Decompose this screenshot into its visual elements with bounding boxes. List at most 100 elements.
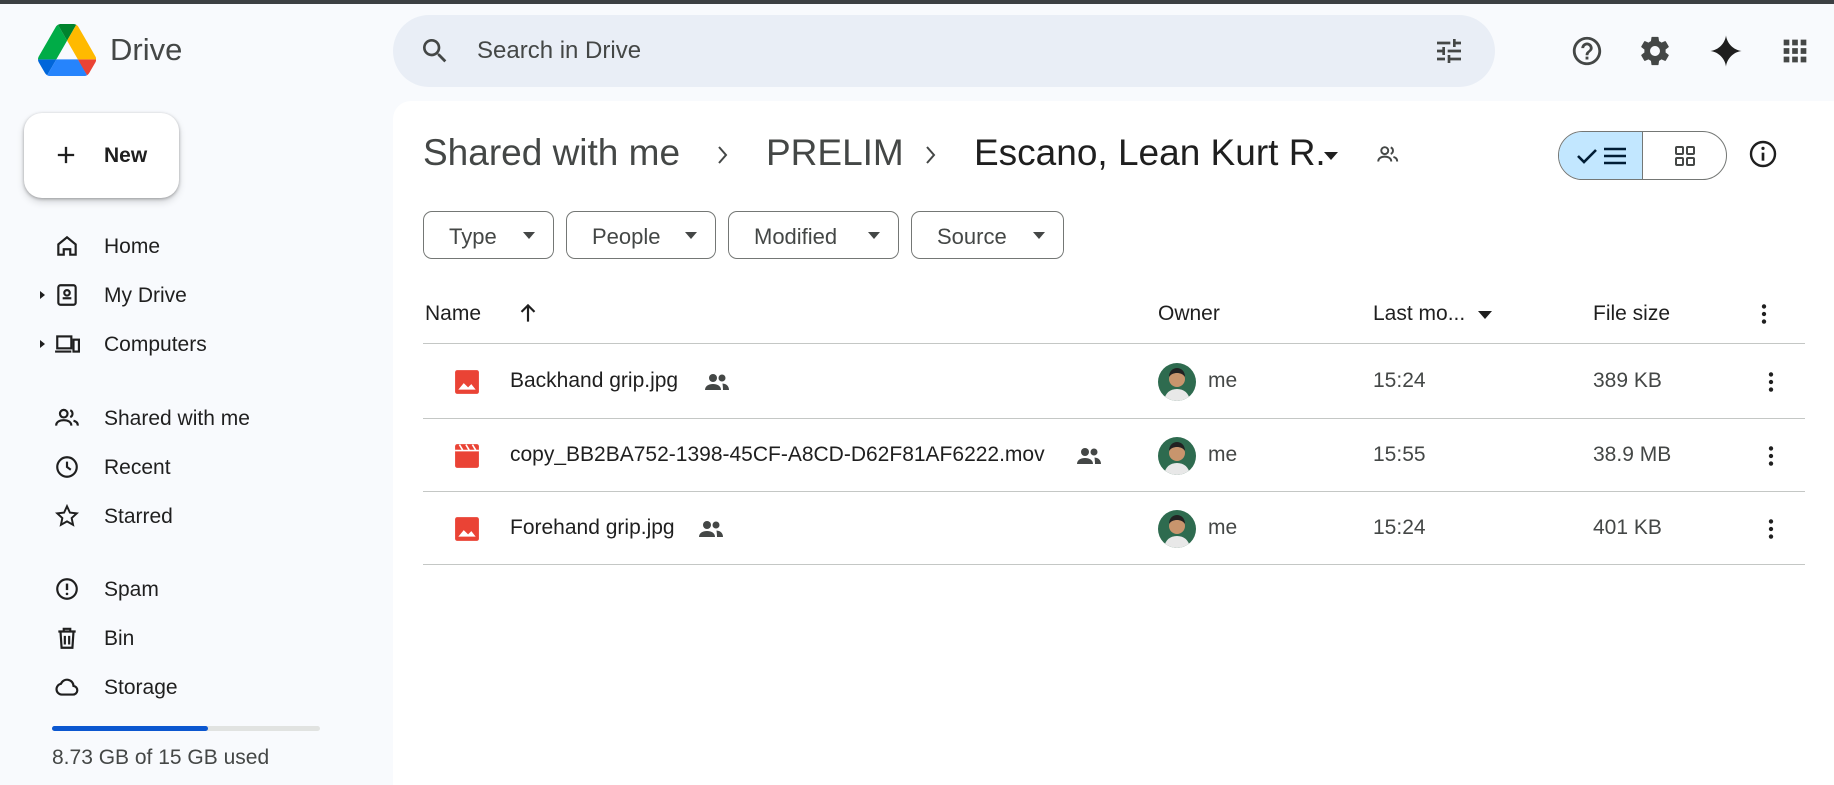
filter-chip-people[interactable]: People (566, 211, 716, 259)
settings-icon[interactable] (1638, 34, 1672, 68)
breadcrumb-item-current-folder[interactable]: Escano, Lean Kurt R. (974, 132, 1326, 174)
sidebar-item-spam[interactable]: Spam (0, 568, 380, 610)
table-row[interactable]: Backhand grip.jpg me 15:24 389 KB (423, 345, 1805, 418)
folder-menu-dropdown-icon[interactable] (1321, 146, 1341, 166)
storage-usage-text: 8.73 GB of 15 GB used (52, 746, 270, 769)
list-view-check-icon (1577, 147, 1626, 165)
trash-icon (58, 627, 76, 649)
filter-chip-modified[interactable]: Modified (728, 211, 899, 259)
more-actions-kebab-icon[interactable] (1758, 516, 1784, 542)
window-top-border (0, 0, 1834, 4)
expand-caret-icon[interactable] (38, 337, 48, 351)
dropdown-arrow-icon (523, 232, 535, 239)
cloud-icon (55, 678, 79, 696)
video-file-icon (455, 444, 479, 468)
shared-file-icon (699, 521, 723, 537)
last-modified: 15:55 (1373, 443, 1426, 466)
file-name[interactable]: Forehand grip.jpg (510, 516, 675, 540)
column-options-kebab-icon[interactable] (1751, 301, 1777, 327)
image-file-icon (455, 370, 479, 394)
app-name: Drive (110, 32, 183, 67)
table-row[interactable]: Forehand grip.jpg me 15:24 401 KB (423, 492, 1805, 565)
sidebar-item-label: Computers (104, 333, 207, 356)
column-header-owner[interactable]: Owner (1158, 302, 1220, 326)
more-actions-kebab-icon[interactable] (1758, 443, 1784, 469)
last-modified: 15:24 (1373, 369, 1426, 392)
chevron-right-icon (718, 146, 728, 164)
owner-name: me (1208, 443, 1238, 466)
owner-name: me (1208, 516, 1238, 539)
sidebar-item-starred[interactable]: Starred (0, 495, 380, 537)
owner-name: me (1208, 369, 1238, 392)
breadcrumb-item-shared-with-me[interactable]: Shared with me (423, 132, 680, 174)
search-icon[interactable] (419, 35, 451, 67)
sidebar-item-label: Home (104, 235, 161, 258)
search-bar[interactable] (393, 15, 1495, 87)
drive-logo-icon[interactable] (38, 24, 96, 76)
sort-dropdown-icon[interactable] (1477, 309, 1493, 321)
column-header-name[interactable]: Name (425, 302, 481, 326)
column-header-file-size[interactable]: File size (1593, 302, 1670, 326)
filter-chip-source[interactable]: Source (911, 211, 1064, 259)
file-name[interactable]: copy_BB2BA752-1398-45CF-A8CD-D62F81AF622… (510, 443, 1045, 467)
grid-view-icon (1675, 146, 1695, 166)
last-modified: 15:24 (1373, 516, 1426, 539)
new-button-label: New (104, 144, 148, 167)
sidebar-item-recent[interactable]: Recent (0, 446, 380, 488)
shared-people-icon (55, 408, 79, 426)
dropdown-arrow-icon (1033, 232, 1045, 239)
sidebar-item-label: Starred (104, 505, 173, 528)
filter-chip-label: People (592, 224, 661, 249)
help-icon[interactable] (1570, 34, 1604, 68)
view-toggle (1558, 131, 1727, 180)
home-icon (57, 235, 77, 256)
filter-chip-label: Type (449, 224, 497, 249)
sidebar-item-computers[interactable]: Computers (0, 323, 380, 365)
sidebar-item-label: Spam (104, 578, 159, 601)
new-button[interactable]: New (24, 113, 179, 198)
sidebar-item-bin[interactable]: Bin (0, 617, 380, 659)
table-divider (423, 564, 1805, 565)
shared-file-icon (1077, 448, 1101, 464)
shared-file-icon (705, 374, 729, 390)
storage-usage-bar (52, 726, 320, 731)
search-input[interactable] (477, 29, 1377, 73)
sidebar-item-label: Shared with me (104, 407, 250, 430)
sidebar-item-label: Storage (104, 676, 178, 699)
filter-chip-label: Source (937, 224, 1007, 249)
breadcrumb-item-prelim[interactable]: PRELIM (766, 132, 904, 174)
apps-grid-icon[interactable] (1778, 34, 1812, 68)
sort-ascending-arrow-icon[interactable] (515, 300, 541, 326)
more-actions-kebab-icon[interactable] (1758, 369, 1784, 395)
file-size: 38.9 MB (1593, 443, 1672, 466)
dropdown-arrow-icon (685, 232, 697, 239)
avatar (1158, 363, 1196, 401)
gemini-sparkle-icon[interactable] (1709, 34, 1743, 68)
sidebar-item-shared-with-me[interactable]: Shared with me (0, 397, 380, 439)
column-header-last-modified[interactable]: Last mo... (1373, 302, 1465, 326)
grid-view-button[interactable] (1643, 132, 1726, 179)
search-options-icon[interactable] (1433, 35, 1465, 67)
plus-icon (57, 146, 75, 164)
filter-chip-type[interactable]: Type (423, 211, 554, 259)
table-row[interactable]: copy_BB2BA752-1398-45CF-A8CD-D62F81AF622… (423, 419, 1805, 492)
info-icon[interactable] (1747, 138, 1779, 170)
sidebar-item-storage[interactable]: Storage (0, 666, 380, 708)
chevron-right-icon (926, 146, 936, 164)
computers-icon (55, 335, 80, 353)
file-name[interactable]: Backhand grip.jpg (510, 369, 678, 393)
list-view-button[interactable] (1559, 132, 1643, 179)
star-icon (55, 503, 79, 527)
storage-usage-fill (52, 726, 208, 731)
file-size: 401 KB (1593, 516, 1662, 539)
sidebar-item-home[interactable]: Home (0, 225, 380, 267)
table-divider (423, 343, 1805, 344)
expand-caret-icon[interactable] (38, 288, 48, 302)
avatar (1158, 437, 1196, 475)
dropdown-arrow-icon (868, 232, 880, 239)
image-file-icon (455, 517, 479, 541)
sidebar-item-label: Bin (104, 627, 135, 650)
sidebar-item-my-drive[interactable]: My Drive (0, 274, 380, 316)
filter-chip-label: Modified (754, 224, 838, 249)
shared-folder-icon[interactable] (1373, 142, 1403, 168)
